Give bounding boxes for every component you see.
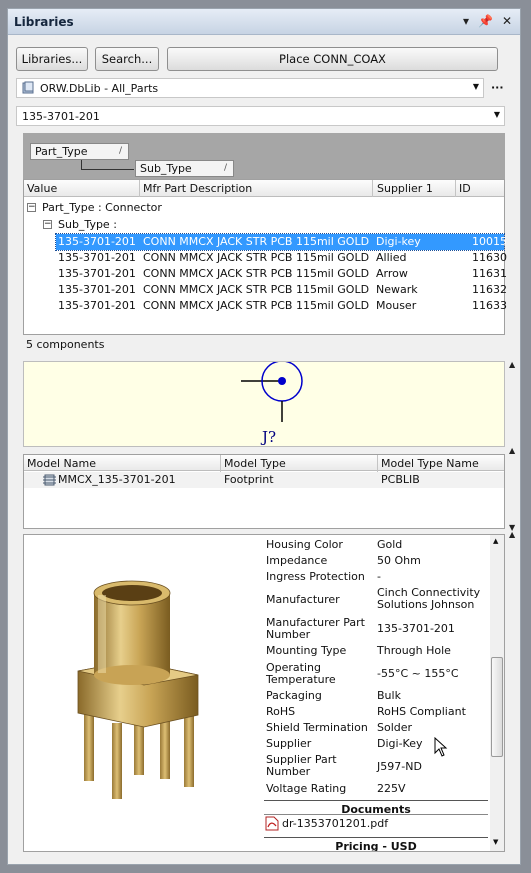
pricing-section-title: Pricing - USD: [264, 837, 488, 851]
table-row[interactable]: 135-3701-201 CONN MMCX JACK STR PCB 115m…: [55, 233, 507, 251]
prop-value: -55°C ~ 155°C: [377, 667, 459, 680]
sort-icon: /: [118, 146, 122, 156]
footprint-icon: [43, 474, 56, 486]
prop-label: Ingress Protection: [266, 570, 365, 583]
prop-label: Manufacturer Part Number: [266, 616, 365, 641]
column-header-model-type[interactable]: Model Type: [224, 457, 286, 470]
close-icon[interactable]: ✕: [502, 14, 512, 28]
pdf-icon: [265, 816, 279, 831]
properties-pane: Housing Color Gold Impedance 50 Ohm Ingr…: [23, 534, 505, 852]
prop-label: Packaging: [266, 689, 322, 702]
prop-value: -: [377, 570, 381, 583]
library-select-value: ORW.DbLib - All_Parts: [40, 82, 159, 95]
filter-combo[interactable]: 135-3701-201 ▼: [16, 106, 505, 126]
prop-value: 50 Ohm: [377, 554, 421, 567]
column-header-model-type-name[interactable]: Model Type Name: [381, 457, 479, 470]
prop-value: J597-ND: [377, 760, 422, 773]
prop-value: 225V: [377, 782, 406, 795]
prop-label: Mounting Type: [266, 644, 347, 657]
place-component-button[interactable]: Place CONN_COAX: [167, 47, 498, 71]
scrollbar-thumb[interactable]: [491, 657, 503, 757]
mouse-cursor-icon: [434, 737, 448, 757]
collapse-icon[interactable]: −: [27, 203, 36, 212]
table-row[interactable]: 135-3701-201 CONN MMCX JACK STR PCB 115m…: [56, 298, 507, 314]
sort-icon: /: [223, 163, 227, 173]
document-filename: dr-1353701201.pdf: [282, 817, 389, 830]
schematic-symbol: J?: [241, 360, 303, 446]
column-header-supplier[interactable]: Supplier 1: [377, 182, 433, 195]
collapse-up-icon[interactable]: ▲: [509, 360, 515, 369]
table-row[interactable]: 135-3701-201 CONN MMCX JACK STR PCB 115m…: [56, 250, 507, 266]
prop-label: Impedance: [266, 554, 328, 567]
scroll-down-icon[interactable]: ▼: [493, 838, 498, 846]
prop-value: Solder: [377, 721, 413, 734]
panel-titlebar: Libraries ▾ 📌 ✕: [8, 9, 520, 35]
prop-value: RoHS Compliant: [377, 705, 466, 718]
prop-label: Housing Color: [266, 538, 343, 551]
scroll-up-icon[interactable]: ▲: [493, 537, 498, 545]
collapse-up-icon[interactable]: ▲: [509, 446, 515, 455]
library-select[interactable]: ORW.DbLib - All_Parts ▼: [16, 78, 484, 98]
column-header-value[interactable]: Value: [27, 182, 57, 195]
collapse-icon[interactable]: −: [43, 220, 52, 229]
prop-label: RoHS: [266, 705, 296, 718]
table-row[interactable]: 135-3701-201 CONN MMCX JACK STR PCB 115m…: [56, 266, 507, 282]
properties-scrollbar[interactable]: ▲ ▼: [490, 535, 504, 851]
component-photo: [77, 580, 199, 799]
group-chip-sub-type[interactable]: Sub_Type /: [135, 160, 234, 177]
collapse-up-icon[interactable]: ▲: [509, 530, 515, 539]
prop-value: 135-3701-201: [377, 622, 455, 635]
more-options-icon[interactable]: ···: [491, 81, 504, 94]
grouping-area: Part_Type / Sub_Type /: [23, 133, 505, 179]
symbol-designator: J?: [260, 428, 276, 446]
libraries-panel: Libraries ▾ 📌 ✕ Libraries... Search... P…: [7, 8, 521, 865]
search-button[interactable]: Search...: [95, 47, 159, 71]
chevron-down-icon: ▼: [493, 110, 500, 119]
column-header-id[interactable]: ID: [459, 182, 471, 195]
prop-label: Operating Temperature: [266, 661, 336, 686]
libraries-button[interactable]: Libraries...: [16, 47, 88, 71]
column-header-description[interactable]: Mfr Part Description: [143, 182, 252, 195]
pin-icon[interactable]: 📌: [478, 14, 493, 28]
group-row-part-type[interactable]: Part_Type : Connector: [42, 201, 162, 214]
component-count: 5 components: [26, 338, 105, 351]
group-chip-part-type[interactable]: Part_Type /: [30, 143, 129, 160]
dropdown-arrow-icon[interactable]: ▾: [463, 14, 469, 28]
database-library-icon: [22, 81, 34, 94]
table-row[interactable]: MMCX_135-3701-201 Footprint PCBLIB: [24, 472, 504, 488]
components-grid: Value Mfr Part Description Supplier 1 ID…: [23, 179, 507, 335]
chevron-down-icon: ▼: [472, 82, 479, 91]
prop-value: Digi-Key: [377, 737, 423, 750]
panel-title: Libraries: [14, 15, 74, 29]
prop-label: Shield Termination: [266, 721, 368, 734]
prop-value: Bulk: [377, 689, 401, 702]
grid-header: Value Mfr Part Description Supplier 1 ID: [24, 180, 504, 197]
prop-label: Manufacturer: [266, 593, 340, 606]
filter-combo-value: 135-3701-201: [22, 110, 100, 123]
models-header: Model Name Model Type Model Type Name: [24, 455, 504, 472]
prop-value: Cinch Connectivity Solutions Johnson: [377, 586, 481, 611]
table-row[interactable]: 135-3701-201 CONN MMCX JACK STR PCB 115m…: [56, 282, 507, 298]
symbol-preview: J?: [23, 360, 505, 447]
prop-label: Supplier Part Number: [266, 753, 337, 778]
prop-label: Voltage Rating: [266, 782, 347, 795]
group-row-sub-type[interactable]: Sub_Type :: [58, 218, 117, 231]
prop-value: Through Hole: [377, 644, 451, 657]
models-grid: Model Name Model Type Model Type Name MM…: [23, 454, 505, 529]
column-header-model-name[interactable]: Model Name: [27, 457, 96, 470]
prop-value: Gold: [377, 538, 403, 551]
prop-label: Supplier: [266, 737, 312, 750]
